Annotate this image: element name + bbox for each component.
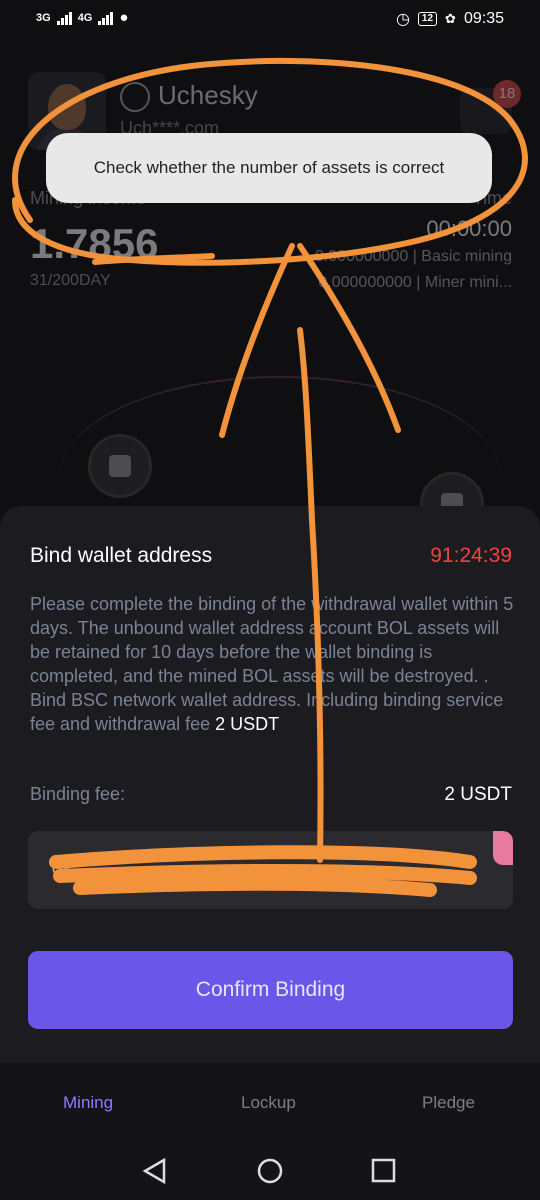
username: Uchesky	[158, 80, 258, 110]
signal-icon	[56, 11, 72, 25]
status-time: 09:35	[463, 10, 504, 27]
recents-icon[interactable]	[371, 1158, 396, 1183]
bottom-tab-bar: Mining Lockup Pledge	[0, 1063, 540, 1143]
tab-lockup[interactable]: Lockup	[241, 1093, 296, 1113]
status-left: 3G 4G ●	[36, 9, 128, 26]
battery-icon: 12	[417, 12, 438, 26]
avatar-head	[48, 84, 86, 130]
nav-buttons	[142, 1157, 396, 1185]
description-fee: 2 USDT	[215, 714, 280, 734]
description-text: Please complete the binding of the withd…	[30, 594, 514, 734]
leaf-icon: ✿	[445, 11, 456, 26]
fee-label: Binding fee:	[30, 784, 126, 804]
miner-orb-icon[interactable]	[88, 434, 152, 498]
user-badge-icon	[120, 82, 150, 112]
system-nav-bar	[0, 1143, 540, 1200]
day-count: 31/200DAY	[30, 272, 111, 289]
alarm-icon: ◷	[395, 11, 410, 28]
chat-notification-icon: ●	[119, 9, 129, 26]
miner-mining-line: 0.000000000 | Miner mini...	[318, 274, 512, 291]
basic-mining-line: 0.000000000 | Basic mining	[314, 248, 512, 265]
sheet-description: Please complete the binding of the withd…	[30, 592, 514, 736]
tab-pledge[interactable]: Pledge	[422, 1093, 475, 1113]
signal-icon	[98, 11, 114, 25]
battery-level: 12	[421, 13, 434, 24]
back-icon[interactable]	[142, 1157, 166, 1185]
paste-tag[interactable]	[493, 831, 513, 865]
status-bar: 3G 4G ● ◷ 12 ✿ 09:35	[0, 0, 540, 36]
home-icon[interactable]	[257, 1158, 283, 1184]
sheet-title: Bind wallet address	[30, 544, 213, 567]
fee-value: 2 USDT	[444, 784, 512, 805]
status-right: ◷ 12 ✿ 09:35	[396, 9, 504, 29]
sim2-label: 4G	[77, 11, 93, 24]
tab-mining[interactable]: Mining	[63, 1093, 113, 1113]
message-badge: 18	[493, 80, 521, 108]
bind-wallet-sheet: Bind wallet address 91:24:39 Please comp…	[0, 506, 540, 1064]
background-header: Uchesky Uch****.com 18 Mining income Tim…	[0, 36, 540, 536]
countdown-timer: 91:24:39	[430, 544, 512, 567]
confirm-binding-button[interactable]: Confirm Binding	[28, 951, 513, 1029]
sim1-label: 3G	[36, 11, 51, 24]
timer-value: 00:00:00	[426, 216, 512, 241]
toast-message: Check whether the number of assets is co…	[46, 133, 492, 203]
wallet-address-input[interactable]: 0x	[28, 831, 513, 909]
income-value: 1.7856	[30, 220, 159, 267]
wallet-address-value: 0x	[52, 859, 72, 879]
